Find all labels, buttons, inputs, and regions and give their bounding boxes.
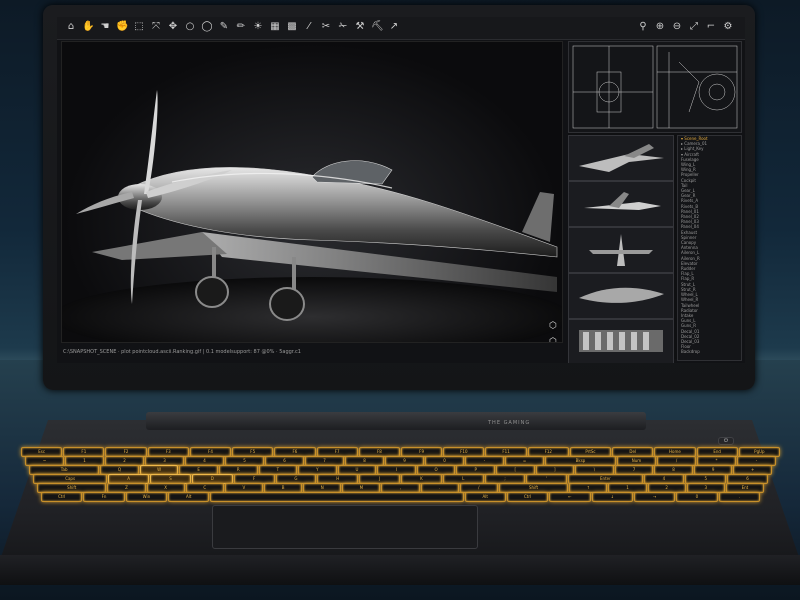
pick-tool-icon[interactable]: ⛏	[371, 21, 384, 33]
hinge-bar	[146, 412, 646, 430]
arrow-tool-icon[interactable]: ↗	[388, 21, 400, 33]
spacebar-key[interactable]	[210, 492, 464, 502]
view-cube-icon-2[interactable]: ⬡	[548, 337, 558, 342]
thumbnail-engine[interactable]	[568, 319, 674, 363]
select-tool-icon[interactable]: ⬚	[133, 21, 145, 33]
measure-tool-icon[interactable]: ⌐	[705, 21, 717, 33]
ellipse-tool-icon[interactable]: ◯	[201, 21, 213, 33]
thumbnail-list	[568, 135, 674, 363]
view-cube-stack: ⬡ ⬡ ⬡	[548, 321, 560, 342]
jet-thumbnail-icon	[579, 287, 664, 303]
texture-tool-icon[interactable]: ▦	[269, 21, 281, 33]
tree-item[interactable]: Backdrop	[678, 349, 741, 354]
key[interactable]: ←	[549, 492, 591, 502]
settings-tool-icon[interactable]: ⚙	[722, 21, 734, 33]
thumbnail-jet-3[interactable]	[568, 227, 674, 273]
circle-tool-icon[interactable]: ○	[184, 21, 196, 33]
zoom-out-tool-icon[interactable]: ⊖	[671, 21, 683, 33]
right-panel: ▾ Scene_Root ▸ Camera_01 ▸ Light_Key ▾ A…	[568, 41, 742, 363]
blueprint-view[interactable]	[568, 41, 742, 133]
3d-viewport[interactable]: ⬡ ⬡ ⬡	[61, 41, 563, 343]
key[interactable]: Win	[125, 492, 168, 502]
jet-thumbnail-icon	[589, 234, 653, 266]
backlit-keyboard: Esc F1 F2 F3 F4 F5 F6 F7 F8 F9 F10 F11 F12 PrtSc Del Ho…	[20, 447, 780, 502]
power-button[interactable]: ⏻	[718, 437, 734, 445]
key[interactable]: Fn	[83, 492, 125, 502]
key[interactable]: →	[633, 492, 676, 502]
jet-thumbnail-icon	[584, 192, 661, 210]
thumbnail-jet-4[interactable]	[568, 273, 674, 319]
airplane-render	[62, 90, 562, 342]
key[interactable]: Ctrl	[41, 492, 83, 502]
laptop-screen: ⌂ ✋ ☚ ✊ ⬚ ⤧ ✥ ○ ◯ ✎ ✏ ☀ ▦ ▩ ⁄ ✂ ✁ ⚒ ⛏ ↗ ⚲ ⊕ ⊖ ⤢ ⌐ ⚙	[57, 17, 745, 363]
search-tool-icon[interactable]: ⚲	[637, 21, 649, 33]
view-cube-icon-1[interactable]: ⬡	[548, 321, 558, 331]
hand-tool-icon[interactable]: ✋	[82, 21, 94, 33]
touchpad[interactable]	[212, 505, 478, 549]
hinge-label: THE GAMING	[488, 420, 531, 426]
home-tool-icon[interactable]: ⌂	[65, 21, 77, 33]
grab-tool-icon[interactable]: ✊	[116, 21, 128, 33]
scene-tree[interactable]: ▾ Scene_Root ▸ Camera_01 ▸ Light_Key ▾ A…	[677, 135, 742, 361]
app-toolbar: ⌂ ✋ ☚ ✊ ⬚ ⤧ ✥ ○ ◯ ✎ ✏ ☀ ▦ ▩ ⁄ ✂ ✁ ⚒ ⛏ ↗ ⚲ ⊕ ⊖ ⤢ ⌐ ⚙	[57, 17, 745, 40]
key[interactable]: 0	[676, 492, 718, 502]
bulb-tool-icon[interactable]: ☀	[252, 21, 264, 33]
cut-tool-icon[interactable]: ✁	[337, 21, 349, 33]
brush-tool-icon[interactable]: ⁄	[303, 21, 315, 33]
key[interactable]: Alt	[168, 492, 210, 502]
zoom-in-tool-icon[interactable]: ⊕	[654, 21, 666, 33]
move-tool-icon[interactable]: ✥	[167, 21, 179, 33]
tools-tool-icon[interactable]: ⚒	[354, 21, 366, 33]
key[interactable]: Alt	[464, 492, 506, 502]
knife-tool-icon[interactable]: ✂	[320, 21, 332, 33]
fit-tool-icon[interactable]: ⤢	[688, 21, 700, 33]
status-bar: C:\SNAPSHOT_SCENE · plot pointcloud.asci…	[63, 349, 301, 355]
thumbnail-jet-2[interactable]	[568, 181, 674, 227]
key[interactable]: ↓	[591, 492, 633, 502]
blueprint-drawing	[572, 45, 738, 129]
pan-tool-icon[interactable]: ☚	[99, 21, 111, 33]
paint-tool-icon[interactable]: ✏	[235, 21, 247, 33]
mesh-tool-icon[interactable]: ▩	[286, 21, 298, 33]
pen-tool-icon[interactable]: ✎	[218, 21, 230, 33]
engine-thumbnail-icon	[579, 330, 663, 352]
transform-tool-icon[interactable]: ⤧	[150, 21, 162, 33]
thumbnail-jet-1[interactable]	[568, 135, 674, 181]
laptop-front-edge	[0, 555, 800, 585]
key[interactable]: .	[718, 492, 760, 502]
jet-thumbnail-icon	[579, 144, 664, 172]
key[interactable]: Ctrl	[506, 492, 549, 502]
